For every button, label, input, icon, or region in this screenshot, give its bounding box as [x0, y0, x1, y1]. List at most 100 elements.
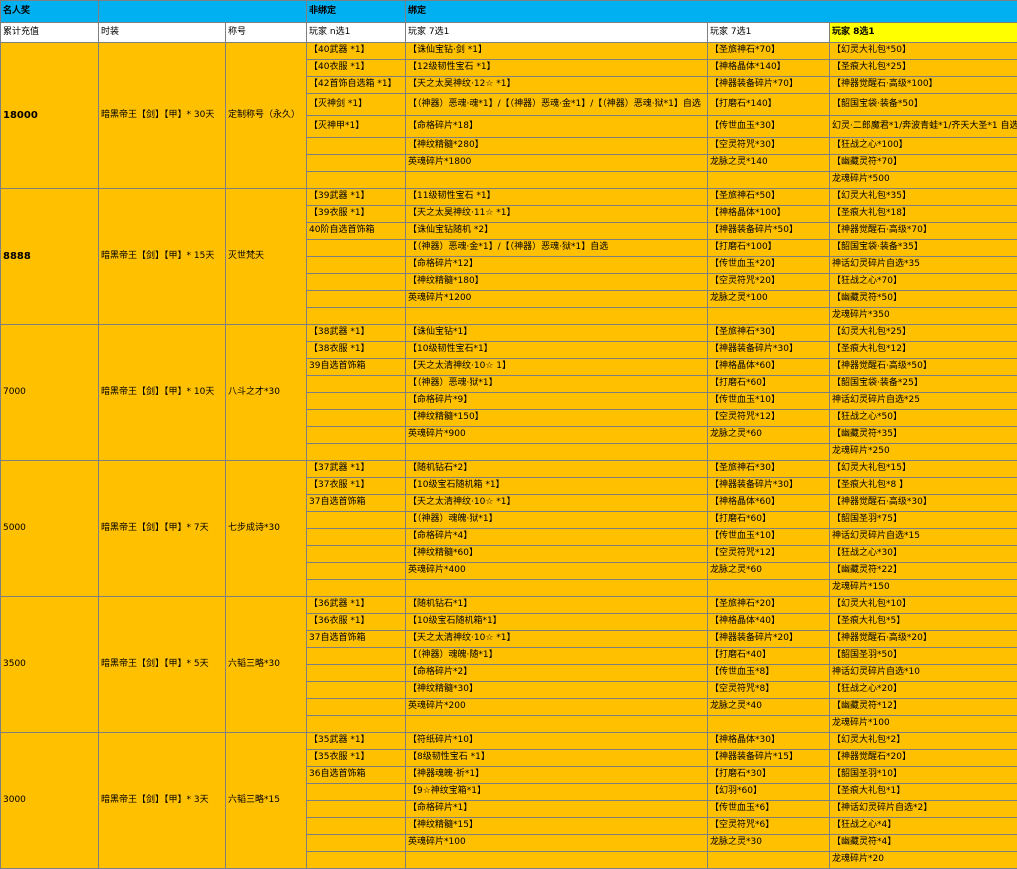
pick7a-cell[interactable] [406, 308, 708, 325]
pick8-cell[interactable]: 龙魂碎片*100 [830, 716, 1017, 733]
fashion-cell[interactable]: 暗黑帝王【剑】【甲】* 7天 [99, 461, 226, 597]
unbound-cell[interactable]: 【35衣服 *1】 [307, 750, 406, 767]
pick7b-cell[interactable]: 【神格晶体*60】 [708, 495, 830, 512]
pick8-cell[interactable]: 【神话幻灵碎片自选*2】 [830, 801, 1017, 818]
pick7b-cell[interactable]: 【空灵符咒*8】 [708, 682, 830, 699]
pick8-cell[interactable]: 【神器觉醒石·高级*20】 [830, 631, 1017, 648]
pick7b-cell[interactable]: 【神格晶体*140】 [708, 60, 830, 77]
unbound-cell[interactable]: 39自选首饰箱 [307, 359, 406, 376]
pick7a-cell[interactable] [406, 580, 708, 597]
pick7a-cell[interactable]: 【神纹精髓*150】 [406, 410, 708, 427]
col-pick8-header[interactable]: 玩家 8选1 [830, 23, 1017, 43]
pick7a-cell[interactable]: 英魂碎片*100 [406, 835, 708, 852]
pick7a-cell[interactable]: 【命格碎片*12】 [406, 257, 708, 274]
pick8-cell[interactable]: 【狂战之心*4】 [830, 818, 1017, 835]
pick8-cell[interactable]: 神话幻灵碎片自选*10 [830, 665, 1017, 682]
unbound-cell[interactable] [307, 818, 406, 835]
pick8-cell[interactable]: 龙魂碎片*150 [830, 580, 1017, 597]
pick8-cell[interactable]: 【韶国圣羽*10】 [830, 767, 1017, 784]
col-title-header[interactable]: 称号 [226, 23, 307, 43]
title-cell[interactable]: 灭世梵天 [226, 189, 307, 325]
pick8-cell[interactable]: 【圣痕大礼包*5】 [830, 614, 1017, 631]
pick7b-cell[interactable] [708, 444, 830, 461]
unbound-cell[interactable] [307, 801, 406, 818]
unbound-cell[interactable]: 【39衣服 *1】 [307, 206, 406, 223]
unbound-cell[interactable] [307, 563, 406, 580]
pick8-cell[interactable]: 【幻灵大礼包*35】 [830, 189, 1017, 206]
title-cell[interactable]: 八斗之才*30 [226, 325, 307, 461]
pick7a-cell[interactable]: 【神纹精髓*280】 [406, 138, 708, 155]
recharge-amount-cell[interactable]: 3500 [1, 597, 99, 733]
title-cell[interactable]: 六韬三略*15 [226, 733, 307, 869]
unbound-cell[interactable]: 【灭神甲*1】 [307, 116, 406, 138]
pick7a-cell[interactable]: 英魂碎片*1200 [406, 291, 708, 308]
pick8-cell[interactable]: 龙魂碎片*20 [830, 852, 1017, 869]
unbound-cell[interactable] [307, 444, 406, 461]
unbound-cell[interactable]: 【35武器 *1】 [307, 733, 406, 750]
pick7a-cell[interactable]: 【（神器）恶魂·狱*1】 [406, 376, 708, 393]
pick7a-cell[interactable]: 【8级韧性宝石 *1】 [406, 750, 708, 767]
pick7b-cell[interactable]: 【打磨石*60】 [708, 376, 830, 393]
pick7b-cell[interactable]: 【圣旅神石*30】 [708, 461, 830, 478]
pick8-cell[interactable]: 【神器觉醒石*20】 [830, 750, 1017, 767]
pick7a-cell[interactable]: 【命格碎片*9】 [406, 393, 708, 410]
unbound-cell[interactable] [307, 274, 406, 291]
unbound-cell[interactable]: 【39武器 *1】 [307, 189, 406, 206]
pick8-cell[interactable]: 【韶国宝袋·装备*50】 [830, 94, 1017, 116]
pick7b-cell[interactable]: 龙脉之灵*60 [708, 563, 830, 580]
pick7b-cell[interactable]: 【空灵符咒*6】 [708, 818, 830, 835]
pick8-cell[interactable]: 【幽藏灵符*12】 [830, 699, 1017, 716]
pick8-cell[interactable]: 【幻灵大礼包*10】 [830, 597, 1017, 614]
unbound-cell[interactable]: 【37衣服 *1】 [307, 478, 406, 495]
pick7b-cell[interactable]: 【神器装备碎片*30】 [708, 478, 830, 495]
pick7b-cell[interactable]: 【打磨石*100】 [708, 240, 830, 257]
pick7a-cell[interactable] [406, 852, 708, 869]
pick7b-cell[interactable]: 【空灵符咒*12】 [708, 546, 830, 563]
unbound-cell[interactable] [307, 852, 406, 869]
pick7a-cell[interactable]: 【（神器）恶魂·金*1】/【（神器）恶魂·狱*1】自选 [406, 240, 708, 257]
pick7b-cell[interactable]: 【神器装备碎片*15】 [708, 750, 830, 767]
unbound-cell[interactable] [307, 257, 406, 274]
group-blank-cell[interactable] [99, 1, 307, 23]
pick7b-cell[interactable]: 龙脉之灵*60 [708, 427, 830, 444]
pick8-cell[interactable]: 【幽藏灵符*22】 [830, 563, 1017, 580]
pick8-cell[interactable]: 【神器觉醒石·高级*100】 [830, 77, 1017, 94]
pick7b-cell[interactable]: 龙脉之灵*140 [708, 155, 830, 172]
fashion-cell[interactable]: 暗黑帝王【剑】【甲】* 3天 [99, 733, 226, 869]
pick8-cell[interactable]: 【幻灵大礼包*25】 [830, 325, 1017, 342]
pick7a-cell[interactable]: 【10级宝石随机箱 *1】 [406, 478, 708, 495]
pick7a-cell[interactable]: 英魂碎片*400 [406, 563, 708, 580]
pick7b-cell[interactable]: 【传世血玉*6】 [708, 801, 830, 818]
pick8-cell[interactable]: 【幽藏灵符*70】 [830, 155, 1017, 172]
pick7b-cell[interactable]: 【幻羽*60】 [708, 784, 830, 801]
pick7b-cell[interactable]: 【神格晶体*100】 [708, 206, 830, 223]
pick8-cell[interactable]: 【狂战之心*100】 [830, 138, 1017, 155]
title-cell[interactable]: 六韬三略*30 [226, 597, 307, 733]
pick7b-cell[interactable] [708, 580, 830, 597]
pick7a-cell[interactable]: 【天之太昊神纹·12☆ *1】 [406, 77, 708, 94]
fashion-cell[interactable]: 暗黑帝王【剑】【甲】* 5天 [99, 597, 226, 733]
pick7a-cell[interactable]: 【神纹精髓*180】 [406, 274, 708, 291]
pick7a-cell[interactable]: 英魂碎片*200 [406, 699, 708, 716]
pick8-cell[interactable]: 神话幻灵碎片自选*25 [830, 393, 1017, 410]
unbound-cell[interactable] [307, 410, 406, 427]
pick7b-cell[interactable] [708, 172, 830, 189]
pick7b-cell[interactable]: 【圣旅神石*70】 [708, 43, 830, 60]
title-cell[interactable]: 七步成诗*30 [226, 461, 307, 597]
pick7a-cell[interactable] [406, 172, 708, 189]
unbound-cell[interactable] [307, 512, 406, 529]
pick8-cell[interactable]: 【韶国圣羽*50】 [830, 648, 1017, 665]
pick7b-cell[interactable]: 【神格晶体*60】 [708, 359, 830, 376]
unbound-cell[interactable]: 37自选首饰箱 [307, 495, 406, 512]
col-recharge-header[interactable]: 累计充值 [1, 23, 99, 43]
unbound-cell[interactable] [307, 138, 406, 155]
pick7a-cell[interactable]: 【（神器）魂魄·随*1】 [406, 648, 708, 665]
pick8-cell[interactable]: 龙魂碎片*250 [830, 444, 1017, 461]
group-celebrity-cell[interactable]: 名人奖 [1, 1, 99, 23]
unbound-cell[interactable]: 36自选首饰箱 [307, 767, 406, 784]
pick7b-cell[interactable]: 【打磨石*60】 [708, 512, 830, 529]
pick8-cell[interactable]: 【幻灵大礼包*2】 [830, 733, 1017, 750]
pick7b-cell[interactable]: 【神器装备碎片*20】 [708, 631, 830, 648]
pick7b-cell[interactable]: 【空灵符咒*30】 [708, 138, 830, 155]
col-unbound-header[interactable]: 玩家 n选1 [307, 23, 406, 43]
